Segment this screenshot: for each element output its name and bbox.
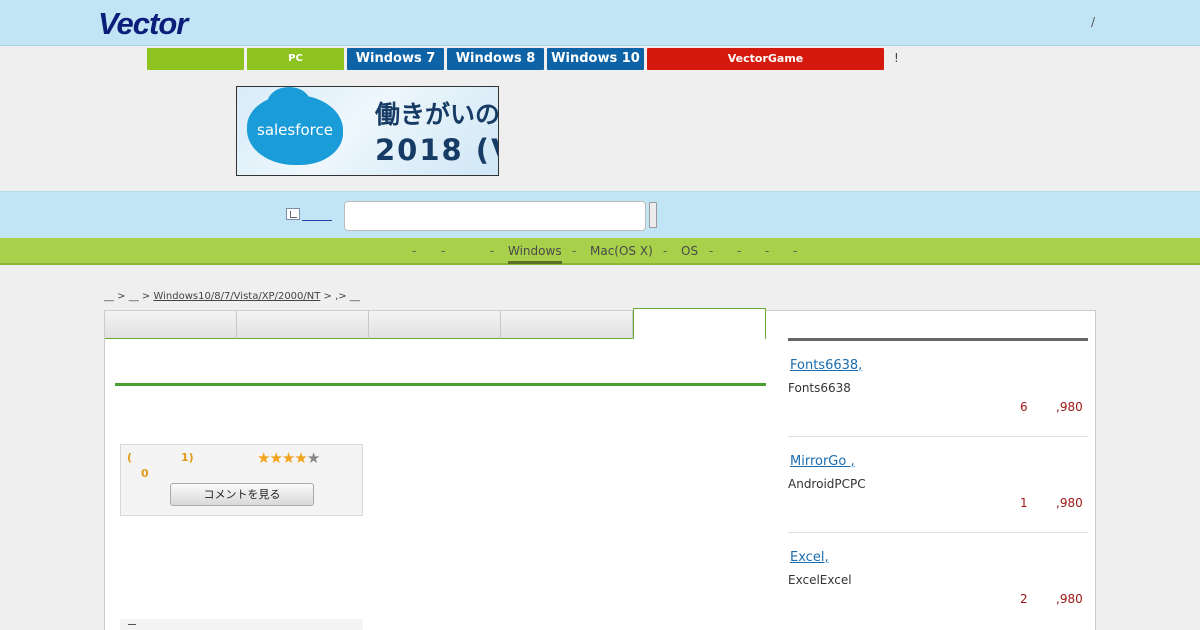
vector-logo[interactable]: Vector: [98, 6, 188, 42]
nav-button-windows7[interactable]: Windows 7: [347, 48, 444, 70]
lower-box-mark: [128, 624, 136, 625]
content-panel: ( 1) 0 ★★★★★ コメントを見る Fonts6638, Fonts663…: [104, 308, 1096, 630]
category-nav: - - - Windows - Mac(OS X) - OS - - - -: [0, 238, 1200, 265]
search-bar: [0, 191, 1200, 238]
star-rating: ★★★★★: [257, 449, 320, 467]
category-separator: -: [709, 244, 714, 258]
category-separator: -: [793, 244, 798, 258]
sidebar-item-link[interactable]: MirrorGo: [790, 454, 850, 469]
star-empty-icon: ★: [306, 449, 320, 467]
category-separator: -: [490, 244, 495, 258]
category-tab-windows[interactable]: Windows: [508, 244, 562, 264]
sidebar-item-desc: AndroidPCPC: [788, 477, 866, 491]
sidebar-item-number: 1: [1020, 496, 1028, 510]
tab-1[interactable]: [105, 311, 237, 339]
breadcrumb-prefix[interactable]: __ > __ >: [104, 291, 153, 302]
star-filled-icon: ★: [294, 449, 307, 467]
star-filled-icon: ★: [281, 449, 295, 467]
rating-paren: (: [127, 451, 133, 464]
breadcrumb-suffix[interactable]: > ,> __: [320, 291, 360, 302]
search-input[interactable]: [344, 201, 646, 231]
tab-5-active[interactable]: [633, 308, 766, 339]
nav-button-vectorgame[interactable]: VectorGame: [647, 48, 884, 70]
nav-button-home[interactable]: [147, 48, 244, 70]
search-option-link[interactable]: [302, 208, 332, 221]
section-divider: [115, 383, 766, 386]
sidebar-item: Excel, ExcelExcel 2 ,980: [788, 533, 1088, 629]
breadcrumb-os-link[interactable]: Windows10/8/7/Vista/XP/2000/NT: [153, 291, 320, 302]
category-separator: -: [737, 244, 742, 258]
category-separator: -: [572, 244, 577, 258]
tab-4[interactable]: [501, 311, 633, 339]
sidebar-item-comma: ,: [824, 550, 829, 565]
category-tab-os[interactable]: OS: [681, 244, 698, 258]
sidebar-item: MirrorGo , AndroidPCPC 1 ,980: [788, 437, 1088, 533]
sidebar-item-desc: ExcelExcel: [788, 573, 852, 587]
sidebar-item-desc: Fonts6638: [788, 381, 851, 395]
sidebar-item-link[interactable]: Excel: [790, 550, 824, 565]
sidebar-item: Fonts6638, Fonts6638 6 ,980: [788, 341, 1088, 437]
view-comments-button[interactable]: コメントを見る: [170, 483, 314, 506]
search-button[interactable]: [649, 202, 657, 228]
chart-icon[interactable]: [286, 208, 300, 220]
category-tab-mac[interactable]: Mac(OS X): [590, 244, 653, 258]
category-separator: -: [765, 244, 770, 258]
rating-box: ( 1) 0 ★★★★★ コメントを見る: [120, 444, 363, 516]
salesforce-logo-text: salesforce: [257, 121, 333, 139]
category-separator: -: [412, 244, 417, 258]
sidebar-item-comma: ,: [858, 358, 863, 373]
sidebar-item-price: ,980: [1056, 400, 1083, 414]
nav-button-windows8[interactable]: Windows 8: [447, 48, 544, 70]
salesforce-logo: salesforce: [247, 87, 343, 165]
category-separator: -: [441, 244, 446, 258]
sidebar-item-price: ,980: [1056, 592, 1083, 606]
rating-zero: 0: [141, 467, 149, 480]
related-software-sidebar: Fonts6638, Fonts6638 6 ,980 MirrorGo , A…: [788, 338, 1088, 630]
star-filled-icon: ★: [269, 449, 282, 467]
header-separator: /: [1091, 15, 1096, 29]
nav-button-pc[interactable]: PC: [247, 48, 344, 70]
category-separator: -: [663, 244, 668, 258]
banner-headline: 働きがいの: [375, 100, 499, 129]
ad-banner[interactable]: salesforce 働きがいの 2018 (V: [236, 86, 499, 176]
sidebar-item-price: ,980: [1056, 496, 1083, 510]
main-nav: PC Windows 7 Windows 8 Windows 10 Vector…: [0, 48, 1200, 70]
sidebar-item-number: 2: [1020, 592, 1028, 606]
site-header: Vector /: [0, 0, 1200, 46]
sidebar-item-number: 6: [1020, 400, 1028, 414]
sidebar-item-link[interactable]: Fonts6638: [790, 358, 858, 373]
breadcrumb: __ > __ > Windows10/8/7/Vista/XP/2000/NT…: [104, 291, 360, 302]
rating-count: 1): [181, 451, 194, 464]
nav-button-windows10[interactable]: Windows 10: [547, 48, 644, 70]
nav-notice: !: [894, 51, 899, 65]
lower-info-box: [120, 619, 363, 630]
sidebar-item-comma: ,: [850, 454, 855, 469]
tab-2[interactable]: [237, 311, 369, 339]
banner-subheadline: 2018 (V: [375, 133, 498, 167]
tab-3[interactable]: [369, 311, 501, 339]
star-filled-icon: ★: [257, 449, 270, 467]
